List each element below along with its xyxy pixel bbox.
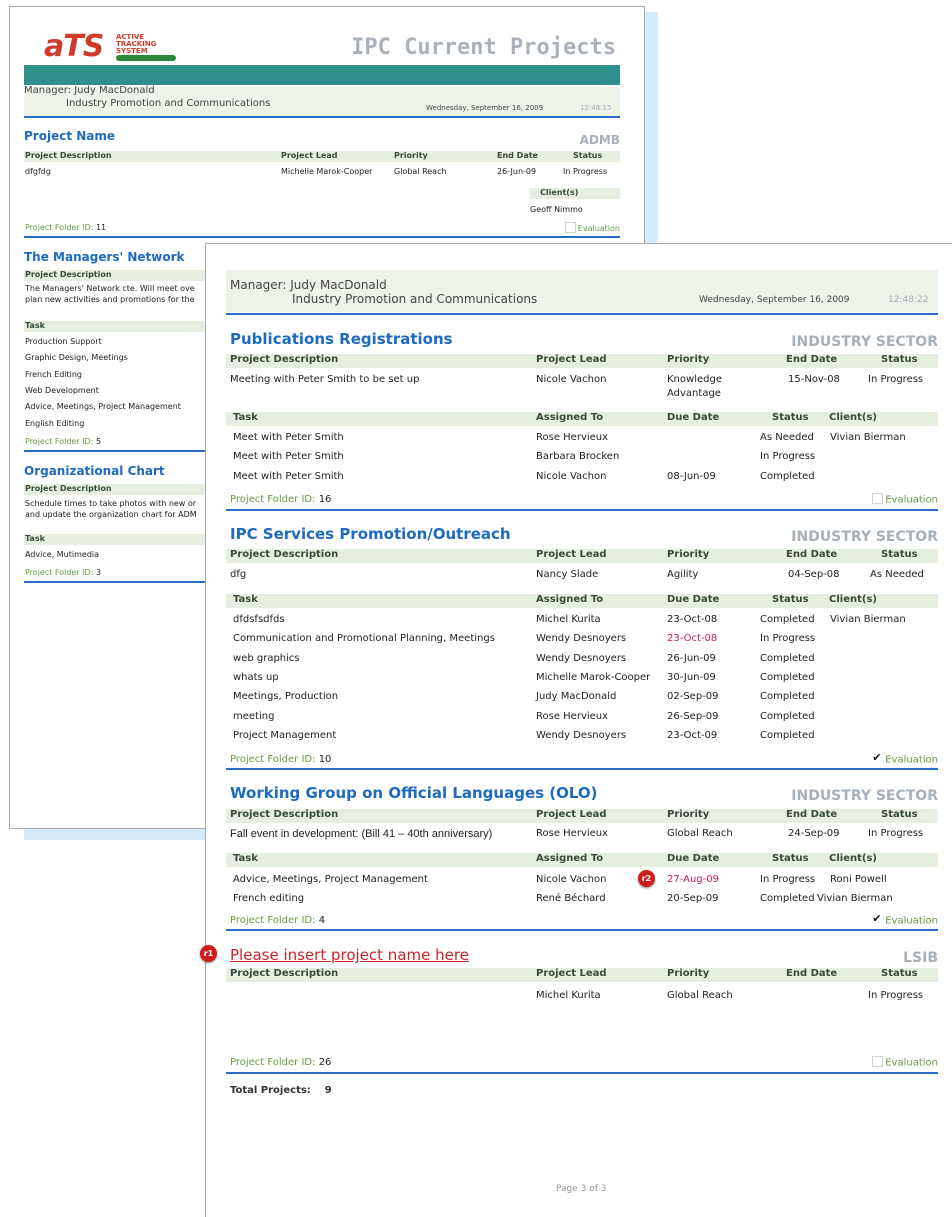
manager-name: Judy MacDonald (290, 278, 387, 292)
department: Industry Promotion and Communications (66, 98, 271, 109)
sector-label: INDUSTRY SECTOR (791, 334, 938, 350)
report-title: IPC Current Projects (351, 35, 616, 60)
project-title: Project Name (24, 129, 116, 143)
project-folder-id: Project Folder ID: 26 (230, 1057, 332, 1068)
evaluation-checkbox[interactable]: Evaluation (872, 912, 938, 927)
project-title: Organizational Chart (24, 464, 165, 478)
annotation-marker-r2: r2 (638, 870, 655, 887)
project-folder-id: Project Folder ID: 10 (230, 754, 332, 765)
evaluation-checkbox[interactable]: Evaluation (564, 222, 620, 234)
evaluation-checkbox[interactable]: Evaluation (872, 493, 938, 506)
evaluation-checkbox[interactable]: Evaluation (872, 1056, 938, 1069)
ats-logo: aTS ACTIVE TRACKING SYSTEM (34, 29, 176, 65)
project-title: The Managers' Network (24, 250, 185, 264)
front-report-page: Manager: Judy MacDonald Industry Promoti… (205, 243, 952, 1217)
project-name-link[interactable]: Please insert project name here (230, 946, 469, 964)
sector-label: ADMB (579, 133, 620, 147)
report-date: Wednesday, September 16, 2009 (426, 104, 544, 112)
department: Industry Promotion and Communications (292, 292, 538, 306)
page-number: Page 3 of 3 (556, 1184, 607, 1194)
project-folder-id: Project Folder ID: 4 (230, 915, 326, 926)
evaluation-checkbox[interactable]: Evaluation (872, 751, 938, 766)
report-date: Wednesday, September 16, 2009 (699, 295, 850, 305)
sector-label: LSIB (903, 950, 938, 966)
project-title: IPC Services Promotion/Outreach (230, 525, 511, 543)
project-title: Publications Registrations (230, 330, 453, 348)
sector-label: INDUSTRY SECTOR (791, 788, 938, 804)
manager-name: Judy MacDonald (74, 85, 155, 96)
annotation-marker-r1: r1 (200, 945, 217, 962)
project-folder-id: Project Folder ID: 16 (230, 494, 332, 505)
total-projects: Total Projects: 9 (230, 1085, 332, 1096)
report-time: 12:48:22 (888, 295, 929, 305)
report-time: 12:48:15 (580, 104, 612, 112)
project-title: Working Group on Official Languages (OLO… (230, 784, 598, 802)
header-bar (24, 65, 620, 85)
sector-label: INDUSTRY SECTOR (791, 529, 938, 545)
